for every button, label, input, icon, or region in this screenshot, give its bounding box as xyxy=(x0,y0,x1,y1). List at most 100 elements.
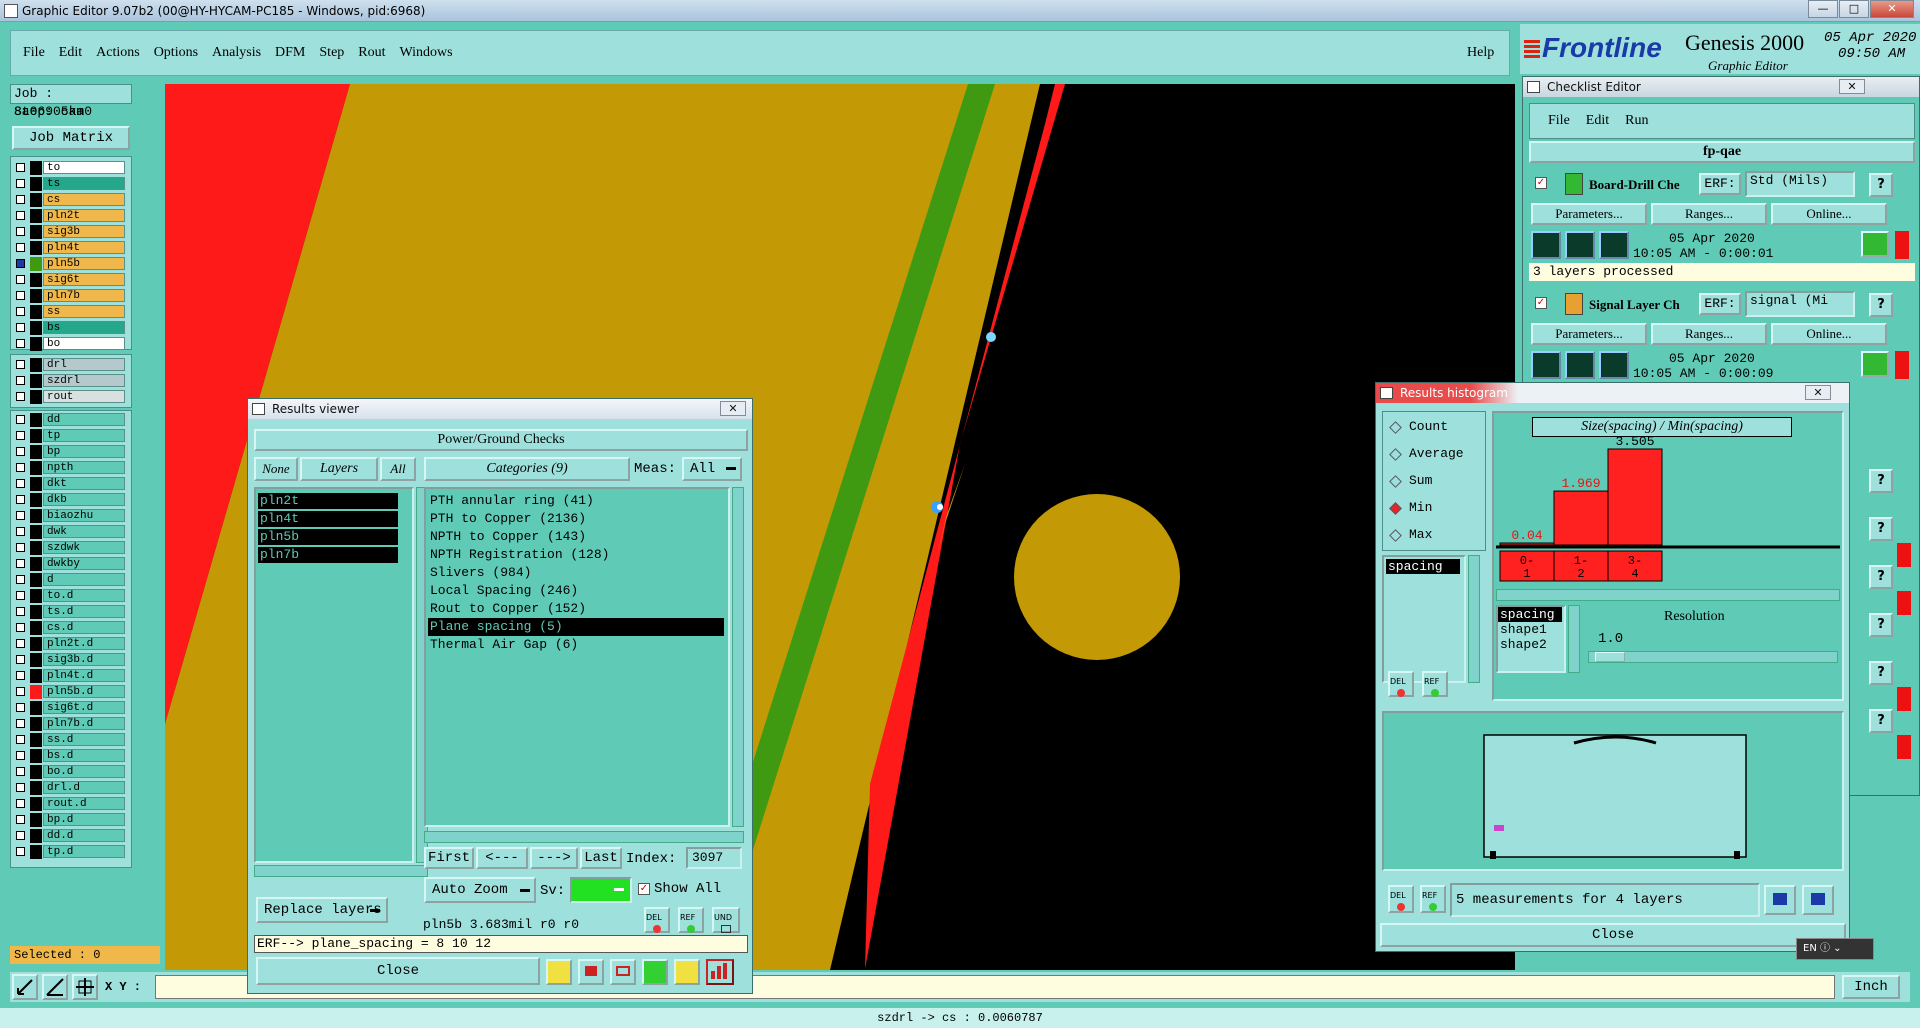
menu-help[interactable]: Help xyxy=(1467,45,1494,61)
menu-analysis[interactable]: Analysis xyxy=(212,45,261,61)
measure-list[interactable]: spacing xyxy=(1382,555,1466,683)
shape-scrollbar[interactable] xyxy=(1568,605,1580,673)
layer-checkbox[interactable] xyxy=(16,195,25,204)
layer-name[interactable]: rout.d xyxy=(43,797,125,810)
layer-checkbox[interactable] xyxy=(16,323,25,332)
check-help-button[interactable]: ? xyxy=(1869,517,1893,541)
parameters-button[interactable]: Parameters... xyxy=(1531,323,1647,345)
layer-row[interactable]: bs.d xyxy=(11,749,129,763)
layers-hscroll[interactable] xyxy=(254,865,428,877)
check-name[interactable]: Board-Drill Che xyxy=(1589,177,1680,193)
result-layer-item[interactable]: pln7b xyxy=(258,547,398,563)
layer-checkbox[interactable] xyxy=(16,719,25,728)
layer-checkbox[interactable] xyxy=(16,511,25,520)
layer-name[interactable]: npth xyxy=(43,461,125,474)
menu-file[interactable]: File xyxy=(23,45,45,61)
histogram-close-icon[interactable]: ✕ xyxy=(1805,385,1831,400)
layer-name[interactable]: dd xyxy=(43,413,125,426)
snap-icon[interactable] xyxy=(12,974,38,1000)
export-icon[interactable] xyxy=(578,959,604,985)
layer-row[interactable]: cs xyxy=(11,193,129,207)
prev-button[interactable]: <--- xyxy=(476,847,528,869)
layer-checkbox[interactable] xyxy=(16,655,25,664)
layer-name[interactable]: pln2t xyxy=(43,209,125,222)
layer-checkbox[interactable] xyxy=(16,815,25,824)
layer-name[interactable]: dkb xyxy=(43,493,125,506)
layer-row[interactable]: tp.d xyxy=(11,845,129,859)
layer-row[interactable]: rout.d xyxy=(11,797,129,811)
layer-checkbox[interactable] xyxy=(16,415,25,424)
layer-row[interactable]: dkb xyxy=(11,493,129,507)
layer-checkbox[interactable] xyxy=(16,211,25,220)
hist-ref2-button[interactable]: REF xyxy=(1420,885,1446,913)
check-help-button[interactable]: ? xyxy=(1869,469,1893,493)
layer-name[interactable]: szdwk xyxy=(43,541,125,554)
layer-name[interactable]: sig6t xyxy=(43,273,125,286)
erf-value[interactable]: signal (Mi xyxy=(1745,291,1855,317)
categories-list[interactable]: PTH annular ring (41) PTH to Copper (2136… xyxy=(424,487,730,827)
sort-icon[interactable] xyxy=(642,959,668,985)
layer-checkbox[interactable] xyxy=(16,307,25,316)
run-action-icon[interactable] xyxy=(1599,351,1629,379)
layer-name[interactable]: to xyxy=(43,161,125,174)
layer-row[interactable]: to.d xyxy=(11,589,129,603)
layer-name[interactable]: sig3b xyxy=(43,225,125,238)
layer-row[interactable]: szdwk xyxy=(11,541,129,555)
report-icon[interactable] xyxy=(546,959,572,985)
checklist-menu-edit[interactable]: Edit xyxy=(1586,113,1609,129)
layer-name[interactable]: rout xyxy=(43,390,125,403)
maximize-button[interactable]: □ xyxy=(1839,0,1869,18)
layer-checkbox[interactable] xyxy=(16,607,25,616)
layer-row[interactable]: bp xyxy=(11,445,129,459)
category-item[interactable]: Local Spacing (246) xyxy=(428,582,724,600)
layer-row[interactable]: rout xyxy=(11,390,129,404)
menu-actions[interactable]: Actions xyxy=(96,45,140,61)
layer-name[interactable]: pln7b xyxy=(43,289,125,302)
layer-checkbox[interactable] xyxy=(16,783,25,792)
category-item[interactable]: PTH annular ring (41) xyxy=(428,492,724,510)
mode-radio[interactable]: Max xyxy=(1387,526,1483,546)
check-help-button[interactable]: ? xyxy=(1869,613,1893,637)
layer-row[interactable]: drl.d xyxy=(11,781,129,795)
run-action-icon[interactable] xyxy=(1565,351,1595,379)
layer-name[interactable]: dwk xyxy=(43,525,125,538)
layer-name[interactable]: bo.d xyxy=(43,765,125,778)
layer-name[interactable]: drl.d xyxy=(43,781,125,794)
layer-checkbox[interactable] xyxy=(16,671,25,680)
category-item[interactable]: PTH to Copper (2136) xyxy=(428,510,724,528)
layer-checkbox[interactable] xyxy=(16,179,25,188)
category-item[interactable]: Thermal Air Gap (6) xyxy=(428,636,724,654)
category-item[interactable]: NPTH Registration (128) xyxy=(428,546,724,564)
units-button[interactable]: Inch xyxy=(1842,975,1900,999)
layer-row[interactable]: sig3b.d xyxy=(11,653,129,667)
layer-row[interactable]: bo xyxy=(11,337,129,351)
layer-name[interactable]: to.d xyxy=(43,589,125,602)
menu-rout[interactable]: Rout xyxy=(358,45,385,61)
layer-name[interactable]: sig3b.d xyxy=(43,653,125,666)
layer-checkbox[interactable] xyxy=(16,847,25,856)
checklist-menu-run[interactable]: Run xyxy=(1625,113,1648,129)
layer-row[interactable]: cs.d xyxy=(11,621,129,635)
layer-checkbox[interactable] xyxy=(16,767,25,776)
check-enabled-checkbox[interactable]: ✓ xyxy=(1535,177,1547,189)
layer-name[interactable]: cs xyxy=(43,193,125,206)
mode-radio[interactable]: Average xyxy=(1387,445,1483,465)
layer-name[interactable]: dkt xyxy=(43,477,125,490)
results-viewer-close-icon[interactable]: ✕ xyxy=(720,401,746,416)
layer-row[interactable]: pln5b.d xyxy=(11,685,129,699)
layer-row[interactable]: bo.d xyxy=(11,765,129,779)
layer-name[interactable]: dwkby xyxy=(43,557,125,570)
layer-checkbox[interactable] xyxy=(16,831,25,840)
layer-row[interactable]: bp.d xyxy=(11,813,129,827)
check-enabled-checkbox[interactable]: ✓ xyxy=(1535,297,1547,309)
layer-checkbox[interactable] xyxy=(16,623,25,632)
measure-icon[interactable] xyxy=(42,974,68,1000)
severity-select[interactable] xyxy=(570,877,632,903)
layer-checkbox[interactable] xyxy=(16,687,25,696)
layer-name[interactable]: d xyxy=(43,573,125,586)
layer-row[interactable]: pln4t.d xyxy=(11,669,129,683)
layer-checkbox[interactable] xyxy=(16,392,25,401)
layer-name[interactable]: pln4t xyxy=(43,241,125,254)
layer-row[interactable]: ss.d xyxy=(11,733,129,747)
result-layer-item[interactable]: pln5b xyxy=(258,529,398,545)
